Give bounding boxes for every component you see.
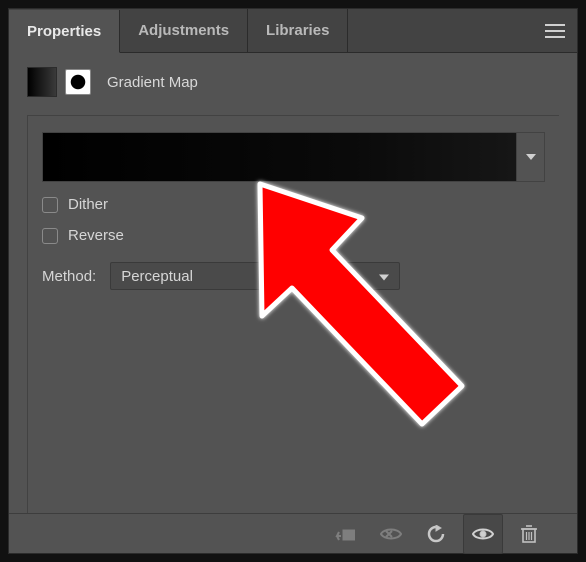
view-previous-icon[interactable] — [371, 514, 411, 554]
properties-panel: Properties Adjustments Libraries Gradien… — [8, 8, 578, 554]
clip-to-layer-icon[interactable] — [325, 514, 365, 554]
gradient-picker[interactable] — [42, 132, 545, 182]
reverse-checkbox[interactable] — [42, 228, 58, 244]
panel-menu-icon[interactable] — [533, 9, 577, 52]
gradient-dropdown[interactable] — [516, 133, 544, 181]
method-select[interactable]: Perceptual — [110, 262, 400, 290]
tab-libraries[interactable]: Libraries — [248, 9, 348, 52]
method-value: Perceptual — [121, 268, 193, 285]
panel-content: Dither Reverse Method: Perceptual — [27, 115, 559, 513]
panel-footer — [9, 513, 577, 553]
tab-adjustments[interactable]: Adjustments — [120, 9, 248, 52]
layer-mask-icon[interactable] — [65, 69, 91, 95]
visibility-icon[interactable] — [463, 514, 503, 554]
reverse-label: Reverse — [68, 227, 124, 244]
dither-row: Dither — [42, 196, 545, 213]
reset-icon[interactable] — [417, 514, 457, 554]
panel-tabbar: Properties Adjustments Libraries — [9, 9, 577, 53]
reverse-row: Reverse — [42, 227, 545, 244]
trash-icon[interactable] — [509, 514, 549, 554]
method-row: Method: Perceptual — [42, 262, 545, 290]
panel-title: Gradient Map — [107, 74, 198, 91]
dither-label: Dither — [68, 196, 108, 213]
annotation-arrow — [252, 176, 492, 466]
gradient-preview[interactable] — [43, 133, 516, 181]
method-label: Method: — [42, 268, 96, 285]
adjustment-type-icon — [27, 67, 57, 97]
tab-properties[interactable]: Properties — [9, 10, 120, 53]
dither-checkbox[interactable] — [42, 197, 58, 213]
panel-header: Gradient Map — [9, 53, 577, 115]
chevron-down-icon — [379, 268, 389, 285]
